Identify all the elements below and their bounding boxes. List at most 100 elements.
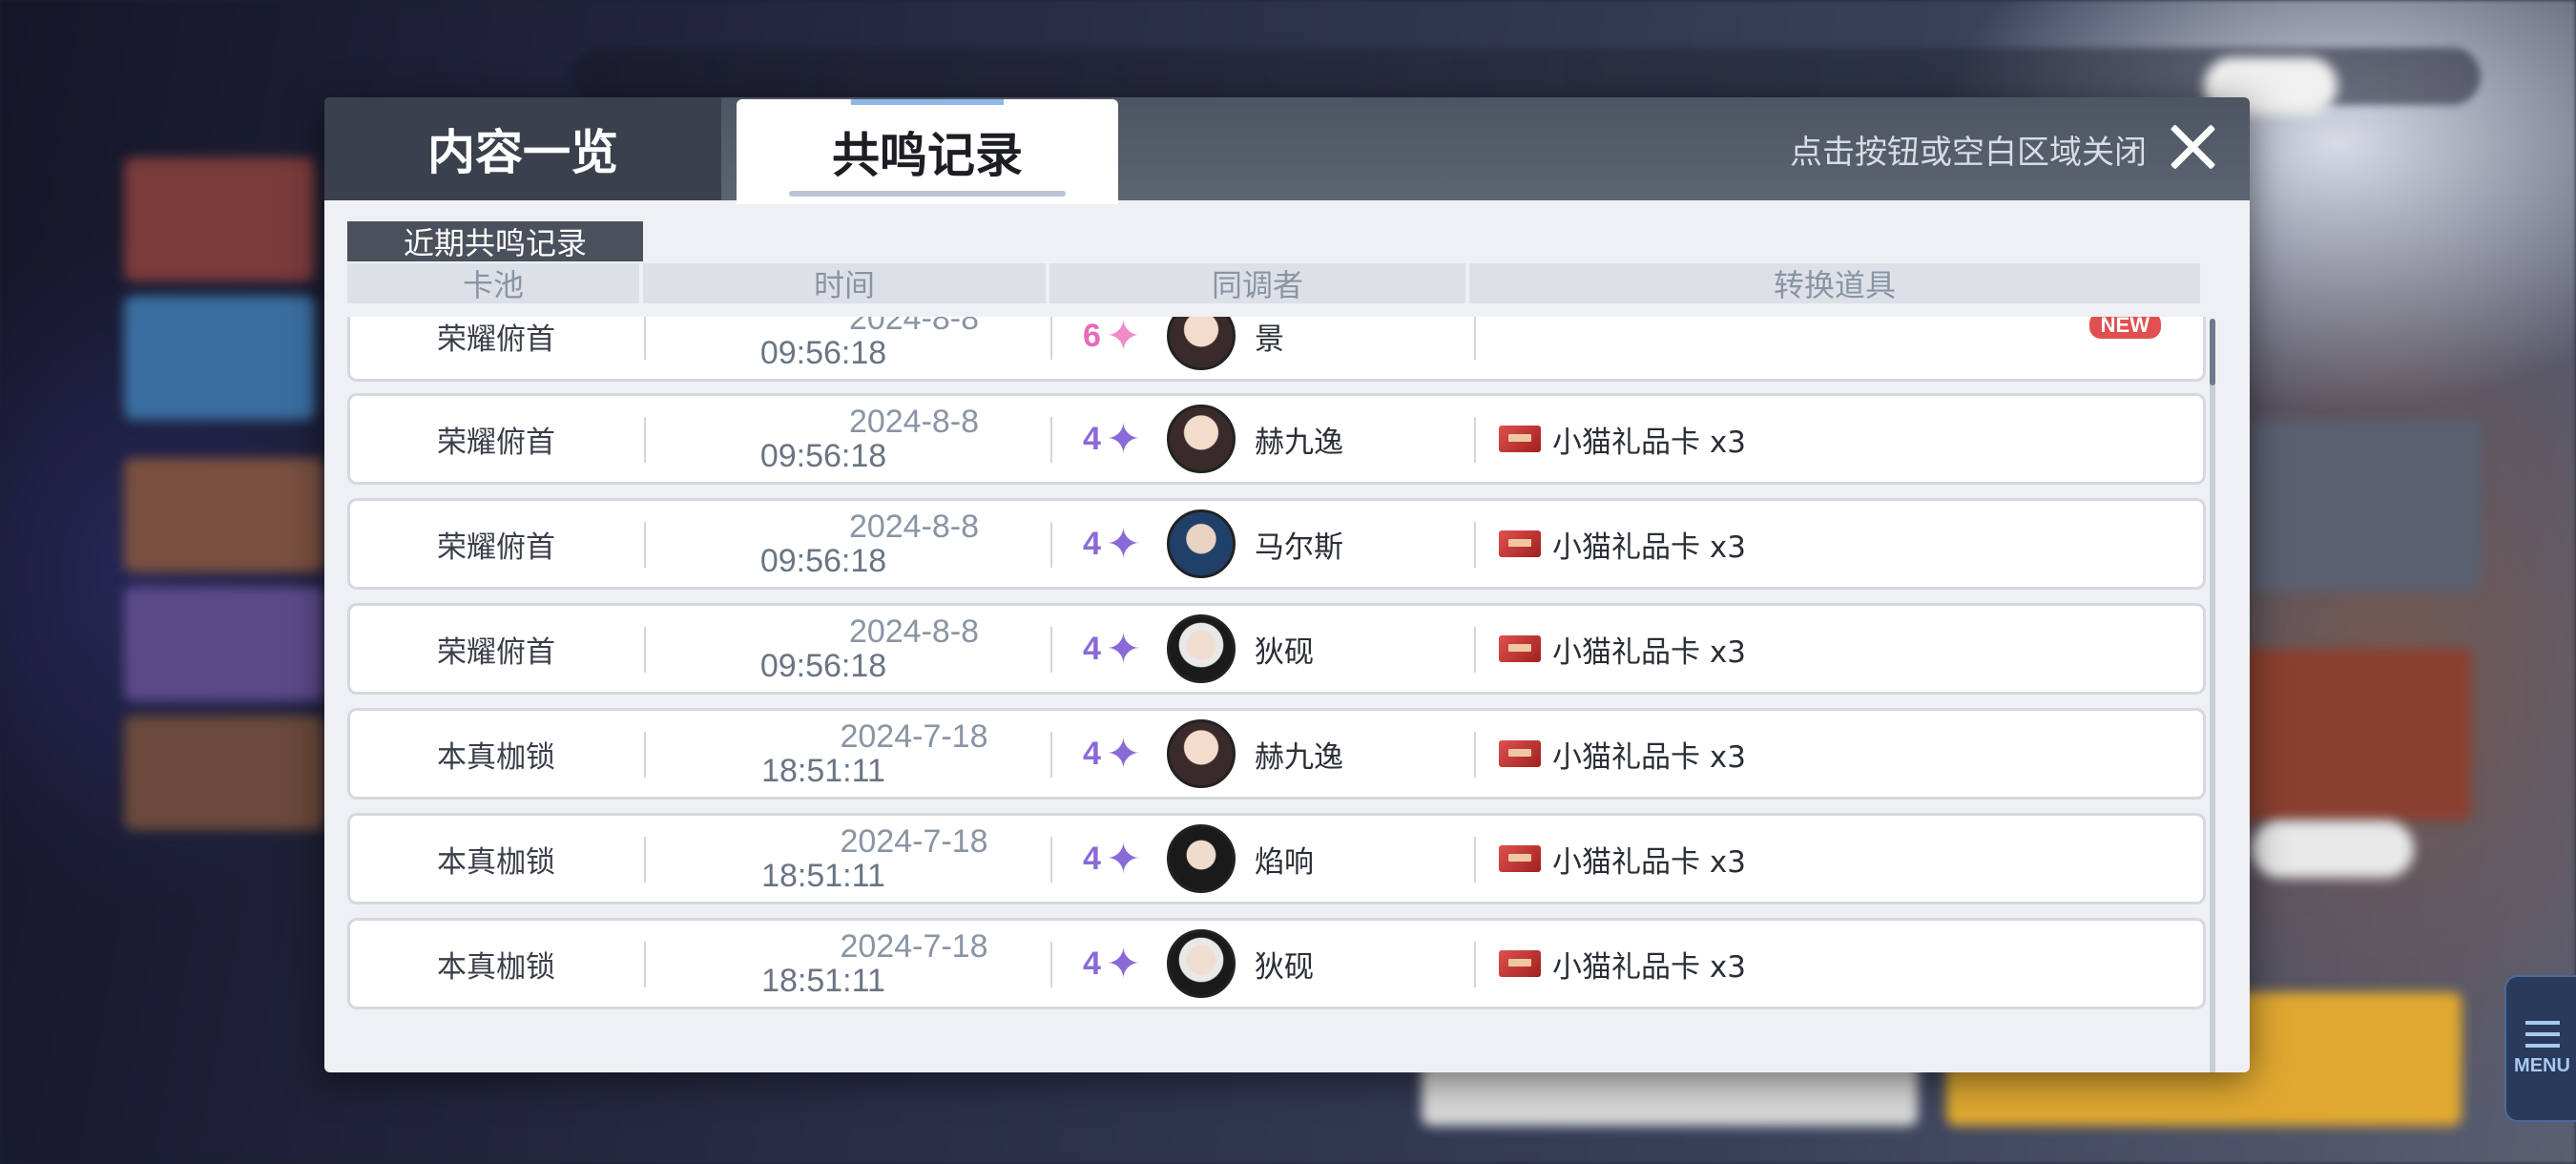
scrollbar-thumb[interactable] — [2210, 319, 2215, 385]
record-list[interactable]: 荣耀俯首 2024-8-8 09:56:18 6 ✦ 景 NEW 荣耀俯首 20… — [347, 317, 2208, 1072]
background-panel — [2252, 420, 2481, 592]
item-name: 小猫礼品卡 x3 — [1552, 739, 1746, 775]
avatar — [1167, 509, 1236, 578]
record-date: 2024-8-8 — [848, 509, 980, 545]
tab-label: 共鸣记录 — [832, 127, 1023, 183]
pool-name: 荣耀俯首 — [437, 634, 555, 670]
record-time: 2024-7-18 18:51:11 — [646, 816, 1049, 902]
item-name: 小猫礼品卡 x3 — [1552, 844, 1746, 880]
background-banner — [124, 458, 324, 572]
gift-card-icon — [1499, 635, 1541, 662]
avatar — [1167, 929, 1236, 998]
column-headers: 卡池 时间 同调者 转换道具 — [347, 263, 2208, 303]
avatar — [1167, 824, 1236, 893]
rarity-number: 4 — [1083, 525, 1101, 562]
avatar — [1167, 317, 1236, 370]
item-name: 小猫礼品卡 x3 — [1552, 949, 1746, 985]
record-date: 2024-8-8 — [848, 317, 980, 337]
rarity-number: 4 — [1083, 420, 1101, 457]
gift-card-icon — [1499, 845, 1541, 872]
record-clock: 09:56:18 — [759, 438, 887, 474]
close-icon[interactable] — [2168, 122, 2217, 172]
item-cell: 小猫礼品卡 x3 — [1476, 501, 2201, 587]
item-cell: 小猫礼品卡 x3 — [1476, 816, 2201, 902]
tab-active-indicator — [789, 191, 1066, 197]
pool-name: 荣耀俯首 — [437, 425, 555, 460]
resonator-cell: 4 ✦ 赫九逸 — [1052, 396, 1472, 482]
record-clock: 09:56:18 — [759, 543, 887, 579]
resonator-cell: 4 ✦ 马尔斯 — [1052, 501, 1472, 587]
rarity-number: 4 — [1083, 630, 1101, 667]
star-icon: ✦ — [1106, 414, 1141, 464]
record-date: 2024-7-18 — [840, 928, 988, 965]
record-clock: 09:56:18 — [759, 335, 887, 371]
gift-card-icon — [1499, 950, 1541, 977]
close-hint: 点击按钮或空白区域关闭 — [1790, 134, 2147, 172]
new-badge: NEW — [2088, 317, 2161, 339]
rarity-number: 4 — [1083, 735, 1101, 772]
resonator-name: 赫九逸 — [1255, 739, 1343, 775]
record-row: 本真枷锁 2024-7-18 18:51:11 4 ✦ 赫九逸 小猫礼品卡 x3 — [347, 708, 2206, 800]
record-clock: 18:51:11 — [761, 963, 885, 999]
record-date: 2024-8-8 — [848, 404, 980, 440]
avatar — [1167, 719, 1236, 788]
pool-name: 荣耀俯首 — [437, 322, 555, 357]
column-header-item: 转换道具 — [1469, 263, 2200, 303]
item-name: 小猫礼品卡 x3 — [1552, 634, 1746, 670]
pool-name: 本真枷锁 — [437, 949, 555, 985]
resonator-cell: 6 ✦ 景 — [1052, 317, 1472, 379]
avatar — [1167, 614, 1236, 683]
item-name: 小猫礼品卡 x3 — [1552, 530, 1746, 565]
star-icon: ✦ — [1106, 317, 1141, 361]
record-row: 本真枷锁 2024-7-18 18:51:11 4 ✦ 狄砚 小猫礼品卡 x3 — [347, 918, 2206, 1009]
item-cell: 小猫礼品卡 x3 — [1476, 921, 2201, 1007]
menu-label: MENU — [2514, 1054, 2570, 1076]
resonance-history-dialog: 内容一览 共鸣记录 点击按钮或空白区域关闭 近期共鸣记录 卡池 时间 同调者 转… — [324, 97, 2250, 1072]
record-time: 2024-7-18 18:51:11 — [646, 711, 1049, 797]
pool-name: 本真枷锁 — [437, 739, 555, 775]
item-cell: 小猫礼品卡 x3 — [1476, 396, 2201, 482]
resonator-cell: 4 ✦ 赫九逸 — [1052, 711, 1472, 797]
tab-resonance-history[interactable]: 共鸣记录 — [737, 99, 1118, 204]
record-row: 荣耀俯首 2024-8-8 09:56:18 4 ✦ 狄砚 小猫礼品卡 x3 — [347, 603, 2206, 695]
record-row: 荣耀俯首 2024-8-8 09:56:18 6 ✦ 景 NEW — [347, 317, 2206, 382]
background-panel — [2223, 649, 2471, 821]
dialog-header: 内容一览 共鸣记录 点击按钮或空白区域关闭 — [324, 97, 2250, 204]
record-date: 2024-7-18 — [840, 823, 988, 860]
resonator-cell: 4 ✦ 狄砚 — [1052, 921, 1472, 1007]
background-banner — [124, 716, 324, 830]
section-title: 近期共鸣记录 — [347, 221, 643, 261]
avatar — [1167, 405, 1236, 473]
menu-icon — [2524, 1020, 2560, 1048]
item-cell: 小猫礼品卡 x3 — [1476, 606, 2201, 692]
resonator-name: 赫九逸 — [1255, 425, 1343, 460]
gift-card-icon — [1499, 740, 1541, 767]
background-banner — [124, 296, 315, 420]
column-header-resonator: 同调者 — [1049, 263, 1465, 303]
record-date: 2024-8-8 — [848, 613, 980, 650]
record-date: 2024-7-18 — [840, 718, 988, 755]
tab-overview[interactable]: 内容一览 — [324, 97, 721, 200]
resonator-name: 狄砚 — [1255, 634, 1314, 670]
record-row: 荣耀俯首 2024-8-8 09:56:18 4 ✦ 赫九逸 小猫礼品卡 x3 — [347, 393, 2206, 485]
scrollbar-track[interactable] — [2210, 319, 2215, 1072]
resonator-cell: 4 ✦ 狄砚 — [1052, 606, 1472, 692]
record-clock: 18:51:11 — [761, 753, 885, 789]
background-banner — [124, 157, 315, 281]
resonator-name: 焰响 — [1255, 844, 1314, 880]
record-time: 2024-8-8 09:56:18 — [646, 396, 1049, 482]
menu-button[interactable]: MENU — [2504, 975, 2576, 1122]
star-icon: ✦ — [1106, 729, 1141, 779]
resonator-name: 马尔斯 — [1255, 530, 1343, 565]
star-icon: ✦ — [1106, 624, 1141, 674]
background-button — [2252, 821, 2414, 878]
record-row: 荣耀俯首 2024-8-8 09:56:18 4 ✦ 马尔斯 小猫礼品卡 x3 — [347, 498, 2206, 590]
record-row: 本真枷锁 2024-7-18 18:51:11 4 ✦ 焰响 小猫礼品卡 x3 — [347, 813, 2206, 904]
resonator-cell: 4 ✦ 焰响 — [1052, 816, 1472, 902]
star-icon: ✦ — [1106, 939, 1141, 988]
item-cell: 小猫礼品卡 x3 — [1476, 711, 2201, 797]
record-time: 2024-8-8 09:56:18 — [646, 501, 1049, 587]
background-top-bar — [572, 48, 2481, 105]
record-clock: 09:56:18 — [759, 648, 887, 684]
record-time: 2024-7-18 18:51:11 — [646, 921, 1049, 1007]
